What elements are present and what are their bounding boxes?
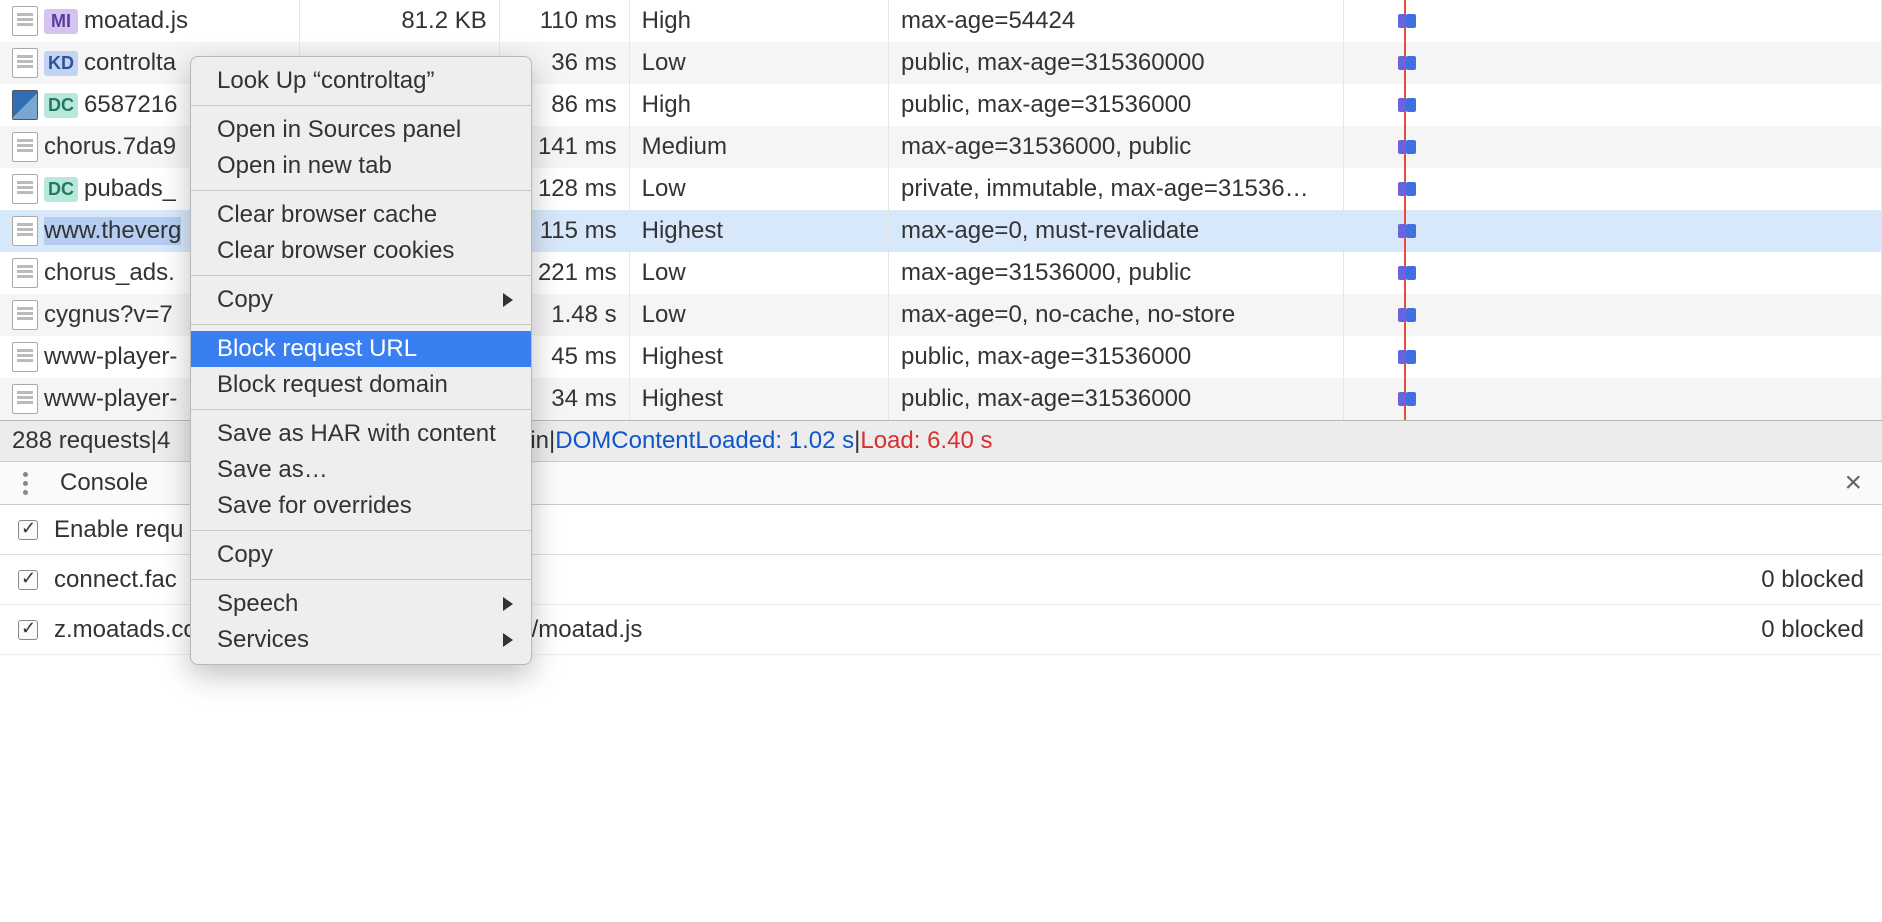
context-menu-item[interactable]: Save as HAR with content: [191, 416, 531, 452]
waterfall-cell[interactable]: [1343, 84, 1881, 126]
request-cache-control: public, max-age=31536000: [889, 378, 1344, 420]
request-name: pubads_: [84, 175, 176, 203]
waterfall-cell[interactable]: [1343, 0, 1881, 42]
status-transferred: 4: [157, 427, 170, 455]
context-menu-separator: [191, 324, 531, 325]
request-name: cygnus?v=7: [44, 301, 173, 329]
request-priority: Low: [629, 294, 888, 336]
request-cache-control: public, max-age=31536000: [889, 84, 1344, 126]
script-file-icon: [12, 384, 38, 414]
context-menu-item[interactable]: Clear browser cache: [191, 197, 531, 233]
waterfall-cell[interactable]: [1343, 336, 1881, 378]
blocked-count: 0 blocked: [1761, 616, 1864, 644]
status-load: Load: 6.40 s: [860, 427, 992, 455]
request-cache-control: max-age=31536000, public: [889, 252, 1344, 294]
initiator-tag: KD: [44, 51, 78, 76]
waterfall-cell[interactable]: [1343, 168, 1881, 210]
script-file-icon: [12, 132, 38, 162]
waterfall-cell[interactable]: [1343, 252, 1881, 294]
script-file-icon: [12, 258, 38, 288]
request-priority: Highest: [629, 378, 888, 420]
submenu-arrow-icon: [503, 597, 513, 611]
context-menu-separator: [191, 105, 531, 106]
request-cache-control: max-age=0, must-revalidate: [889, 210, 1344, 252]
script-file-icon: [12, 174, 38, 204]
blocked-pattern-checkbox[interactable]: [18, 570, 38, 590]
context-menu-separator: [191, 530, 531, 531]
waterfall-cell[interactable]: [1343, 42, 1881, 84]
drawer-menu-icon[interactable]: [10, 472, 40, 495]
request-priority: Low: [629, 42, 888, 84]
request-name: controlta: [84, 49, 176, 77]
request-priority: High: [629, 0, 888, 42]
script-file-icon: [12, 48, 38, 78]
context-menu-item[interactable]: Save for overrides: [191, 488, 531, 524]
request-name: moatad.js: [84, 7, 188, 35]
request-name: www.theverg: [44, 217, 181, 245]
request-cache-control: public, max-age=315360000: [889, 42, 1344, 84]
request-priority: Low: [629, 168, 888, 210]
request-priority: Medium: [629, 126, 888, 168]
script-file-icon: [12, 6, 38, 36]
waterfall-cell[interactable]: [1343, 378, 1881, 420]
request-name: chorus.7da9: [44, 133, 176, 161]
request-time: 110 ms: [499, 0, 629, 42]
context-menu[interactable]: Look Up “controltag” Open in Sources pane…: [190, 56, 532, 665]
initiator-tag: MI: [44, 9, 78, 34]
request-name: chorus_ads.: [44, 259, 175, 287]
context-menu-item[interactable]: Open in new tab: [191, 148, 531, 184]
request-priority: Highest: [629, 210, 888, 252]
request-priority: Highest: [629, 336, 888, 378]
script-file-icon: [12, 300, 38, 330]
tab-console[interactable]: Console: [40, 469, 168, 497]
request-name: www-player-: [44, 385, 177, 413]
request-name: 6587216: [84, 91, 177, 119]
context-menu-separator: [191, 275, 531, 276]
image-file-icon: [12, 90, 38, 120]
request-cache-control: max-age=54424: [889, 0, 1344, 42]
context-menu-item[interactable]: Clear browser cookies: [191, 233, 531, 269]
request-name: www-player-: [44, 343, 177, 371]
context-menu-separator: [191, 409, 531, 410]
enable-blocking-label: Enable requ: [54, 516, 183, 544]
context-menu-item[interactable]: Services: [191, 622, 531, 658]
request-priority: High: [629, 84, 888, 126]
script-file-icon: [12, 216, 38, 246]
status-dcl: DOMContentLoaded: 1.02 s: [555, 427, 854, 455]
context-menu-item[interactable]: Save as…: [191, 452, 531, 488]
submenu-arrow-icon: [503, 293, 513, 307]
request-priority: Low: [629, 252, 888, 294]
waterfall-cell[interactable]: [1343, 126, 1881, 168]
context-menu-item[interactable]: Speech: [191, 586, 531, 622]
context-menu-item[interactable]: Block request domain: [191, 367, 531, 403]
close-icon[interactable]: ×: [1834, 466, 1872, 500]
request-cache-control: private, immutable, max-age=31536…: [889, 168, 1344, 210]
context-menu-item[interactable]: Block request URL: [191, 331, 531, 367]
blocked-count: 0 blocked: [1761, 566, 1864, 594]
context-menu-item[interactable]: Open in Sources panel: [191, 112, 531, 148]
context-menu-item[interactable]: Copy: [191, 282, 531, 318]
script-file-icon: [12, 342, 38, 372]
blocked-pattern-checkbox[interactable]: [18, 620, 38, 640]
context-menu-item[interactable]: Copy: [191, 537, 531, 573]
request-cache-control: public, max-age=31536000: [889, 336, 1344, 378]
request-size: 81.2 KB: [300, 0, 500, 42]
waterfall-cell[interactable]: [1343, 210, 1881, 252]
initiator-tag: DC: [44, 93, 78, 118]
waterfall-cell[interactable]: [1343, 294, 1881, 336]
context-menu-item[interactable]: Look Up “controltag”: [191, 63, 531, 99]
enable-blocking-checkbox[interactable]: [18, 520, 38, 540]
submenu-arrow-icon: [503, 633, 513, 647]
request-cache-control: max-age=0, no-cache, no-store: [889, 294, 1344, 336]
context-menu-separator: [191, 190, 531, 191]
initiator-tag: DC: [44, 177, 78, 202]
context-menu-separator: [191, 579, 531, 580]
status-requests: 288 requests: [12, 427, 151, 455]
request-cache-control: max-age=31536000, public: [889, 126, 1344, 168]
network-row[interactable]: MImoatad.js 81.2 KB110 msHighmax-age=5442…: [0, 0, 1882, 42]
blocked-pattern-text: connect.fac: [54, 566, 177, 594]
